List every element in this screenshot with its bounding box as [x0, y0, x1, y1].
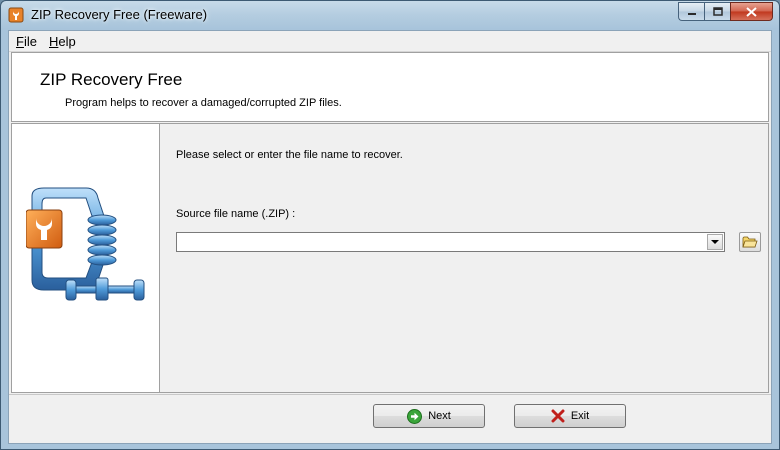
- instruction-text: Please select or enter the file name to …: [176, 149, 403, 161]
- app-window: ZIP Recovery Free (Freeware) File Help Z…: [0, 0, 780, 450]
- menu-help[interactable]: Help: [49, 34, 76, 49]
- exit-button[interactable]: Exit: [514, 404, 626, 428]
- footer-divider: [9, 394, 771, 395]
- source-file-label: Source file name (.ZIP) :: [176, 208, 296, 220]
- logo-pane: [12, 124, 160, 392]
- next-button-label: Next: [428, 410, 451, 422]
- app-icon[interactable]: [8, 7, 24, 23]
- menu-file[interactable]: File: [16, 34, 37, 49]
- minimize-button[interactable]: [678, 2, 704, 21]
- caption-buttons: [678, 2, 773, 21]
- source-file-combobox[interactable]: [176, 232, 725, 252]
- open-folder-icon: [742, 236, 758, 248]
- close-button[interactable]: [730, 2, 773, 21]
- header-panel: ZIP Recovery Free Program helps to recov…: [11, 52, 769, 122]
- menu-bar: File Help: [9, 31, 771, 52]
- minimize-icon: [687, 12, 696, 15]
- maximize-icon: [712, 7, 723, 16]
- title-bar[interactable]: ZIP Recovery Free (Freeware): [1, 1, 779, 29]
- wizard-panel: Please select or enter the file name to …: [11, 123, 769, 393]
- maximize-button[interactable]: [704, 2, 730, 21]
- source-file-input[interactable]: [179, 234, 699, 250]
- page-subtitle: Program helps to recover a damaged/corru…: [65, 97, 342, 109]
- exit-button-label: Exit: [570, 410, 590, 422]
- client-area: File Help ZIP Recovery Free Program help…: [8, 30, 772, 444]
- arrow-right-icon: [407, 408, 423, 424]
- page-title: ZIP Recovery Free: [40, 70, 183, 89]
- x-mark-icon: [551, 409, 565, 423]
- window-title: ZIP Recovery Free (Freeware): [31, 7, 208, 22]
- chevron-down-icon: [711, 239, 719, 244]
- browse-button[interactable]: [739, 232, 761, 252]
- close-icon: [746, 6, 757, 17]
- zip-clamp-logo-icon: [26, 187, 145, 301]
- next-button[interactable]: Next: [373, 404, 485, 428]
- dropdown-button[interactable]: [707, 234, 723, 250]
